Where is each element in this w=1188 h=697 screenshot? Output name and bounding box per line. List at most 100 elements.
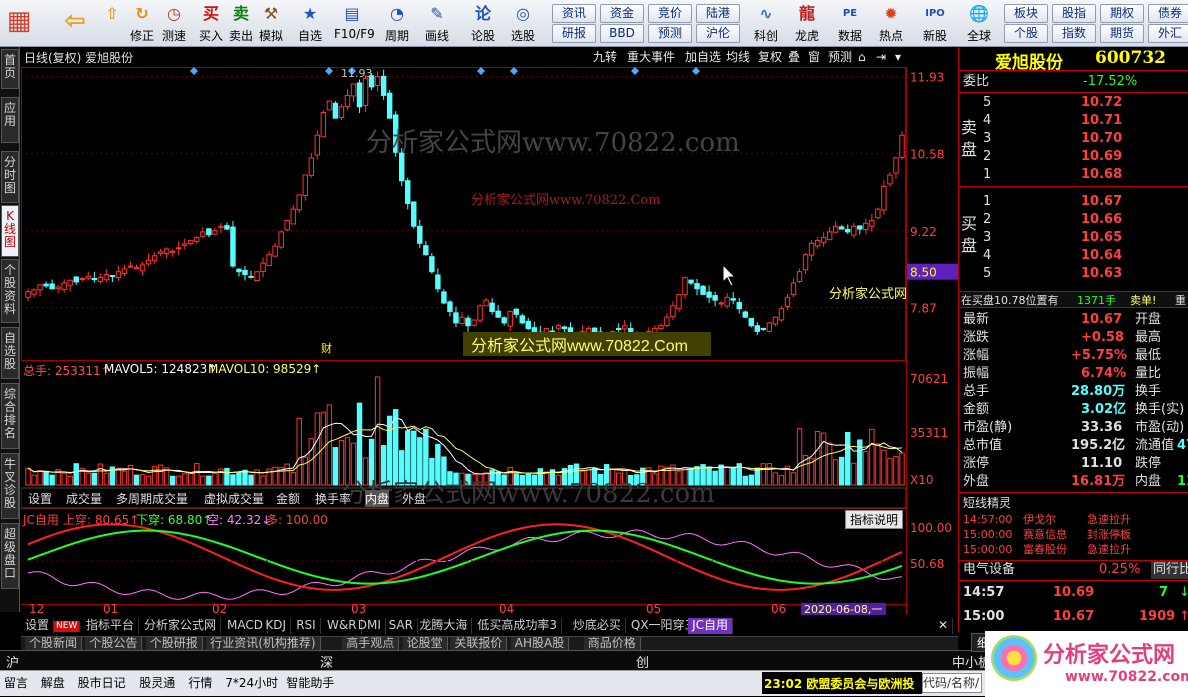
quick-button[interactable]: BBD [600,24,644,43]
hammer-button[interactable]: ⚒ 模拟 [253,2,289,45]
quick-button[interactable]: 资讯 [552,4,596,23]
left-tab[interactable]: 自选股 [1,327,19,379]
volume-tab[interactable]: 设置 [28,490,53,507]
dragon-button[interactable]: 龍龙虎 [789,2,825,45]
back-arrow-button[interactable]: ⇦ [58,2,92,45]
quick-button[interactable]: 期权 [1100,4,1144,23]
globe-button[interactable]: 🌐 全球 [961,2,997,45]
chart-top-button[interactable]: 窗 [806,49,823,66]
quick-button[interactable]: 指数 [1052,24,1096,43]
volume-tab[interactable]: 多周期成交量 [116,490,189,507]
chart-top-button[interactable]: 叠 [786,49,803,66]
chart-top-button[interactable]: 复权 [756,49,785,66]
volume-bar [212,472,218,486]
indicator-tab[interactable]: 龙腾大海 [415,618,473,634]
close-icon[interactable]: ✕ [934,618,954,634]
chart-top-button[interactable]: 加自选 [683,49,724,66]
status-item[interactable]: 股灵通 [139,673,175,693]
news-tab[interactable]: AH股A股 [510,637,570,650]
left-tab[interactable]: 分时图 [1,151,19,203]
status-item[interactable]: 7*24小时 [225,673,278,693]
index-sz[interactable]: 深 [320,652,333,671]
indicator-help-button[interactable]: 指标说明 [845,510,904,529]
chart-top-button[interactable]: 重大事件 [625,49,678,66]
volume-tab[interactable]: 虚拟成交量 [204,490,265,507]
left-tab[interactable]: 综合排名 [1,383,19,449]
left-tab[interactable]: 超级盘口 [1,523,19,589]
indicator-tab[interactable]: 炒底必买 [569,618,626,634]
refresh-button[interactable]: ↻ 修正 [124,2,160,45]
index-sh[interactable]: 沪 [6,652,19,671]
menu-dropdown-icon[interactable]: ▾ [893,49,904,66]
comment-button[interactable]: 论论股 [465,2,501,45]
indicator-tab[interactable]: 分析家公式网 [140,618,222,634]
chart-top-button[interactable]: 九转 [591,49,620,66]
news-tab[interactable]: 个股公告 [85,637,143,650]
news-tab[interactable]: 行业资讯(机构推荐) [206,637,321,650]
quick-button[interactable]: 期货 [1100,24,1144,43]
quick-button[interactable]: 资金 [600,4,644,23]
volume-tab[interactable]: 换手率 [315,490,352,507]
fullscreen-icon[interactable]: ⇥ [874,49,889,66]
pe-button[interactable]: PE 数据 [832,2,868,45]
f10-button[interactable]: ▤ F10/F9 [334,2,375,45]
star-button[interactable]: ★ 自选 [292,2,328,45]
event-row[interactable]: 15:00:00 富春股份 急速拉升 [959,542,1188,557]
chart-top-button[interactable]: 均线 [724,49,753,66]
event-row[interactable]: 15:00:00 赛意信息 封涨停板 [959,527,1188,542]
event-row[interactable]: 14:57:00 伊戈尔 急速拉升 [959,512,1188,527]
search-input[interactable]: 代码/名称/ [922,673,982,693]
left-tab[interactable]: K线图 [1,205,19,257]
volume-tab[interactable]: 金额 [276,490,301,507]
pen-button[interactable]: ✎ 画线 [419,2,455,45]
ipo-button[interactable]: IPO 新股 [917,2,953,45]
quick-button[interactable]: 预测 [648,24,692,43]
period-button[interactable]: ◔ 周期 [379,2,415,45]
select-button[interactable]: ◎ 选股 [505,2,541,45]
news-tab[interactable]: 高手观点 [342,637,400,650]
left-tab[interactable]: 牛叉诊股 [1,453,19,519]
kechuang-button[interactable]: ∿ 科创 [748,2,784,45]
status-item[interactable]: 智能助手 [286,673,334,693]
status-item[interactable]: 解盘 [41,673,65,693]
lock-icon[interactable]: ⌂ [856,49,868,66]
indicator-tab[interactable]: JC自用 [688,618,734,634]
status-item[interactable]: 留言 [4,673,28,693]
chart-top-button[interactable]: 预测 [826,49,855,66]
volume-tab[interactable]: 成交量 [66,490,103,507]
news-tab[interactable]: 个股新闻 [25,637,83,650]
quick-button[interactable]: 板块 [1004,4,1048,23]
volume-tab[interactable]: 外盘 [402,490,427,507]
indicator-tab[interactable]: 低买高成功率3 [473,618,563,634]
indicator-tab[interactable]: RSI [292,618,321,634]
volume-tab[interactable]: 内盘 [365,490,390,507]
quick-button[interactable]: 股指 [1052,4,1096,23]
indicator-tab[interactable]: KDJ [261,618,292,634]
indicator-tab[interactable]: 设置 [21,618,55,634]
indicator-tab[interactable]: SAR [385,618,418,634]
news-tab[interactable]: 个股研报 [145,637,203,650]
quick-button[interactable]: 外汇 [1148,24,1188,43]
divider [959,186,1188,187]
news-tab[interactable]: 论股堂 [402,637,448,650]
left-tab[interactable]: 首页 [1,49,19,89]
status-item[interactable]: 行情 [188,673,212,693]
quick-button[interactable]: 债券 [1148,4,1188,23]
quick-button[interactable]: 个股 [1004,24,1048,43]
index-cy[interactable]: 创 [636,652,649,671]
left-tab[interactable]: 个股资料 [1,259,19,323]
quick-button[interactable]: 沪伦 [696,24,740,43]
news-tab[interactable]: 商品价格 [583,637,641,650]
hot-button[interactable]: ✹ 热点 [873,2,909,45]
status-item[interactable]: 股市日记 [78,673,126,693]
quick-button[interactable]: 竞价 [648,4,692,23]
indicator-tab[interactable]: DMI [354,618,386,634]
quick-button[interactable]: 研报 [552,24,596,43]
clock-button[interactable]: ◷ 测速 [156,2,192,45]
left-tab[interactable]: 应用 [1,97,19,143]
grid-button[interactable]: ▦ [2,2,36,45]
quick-button[interactable]: 陆港 [696,4,740,23]
kline-chart[interactable]: 11.93财分析家公式网www.70822.com分析家公式网www.70822… [21,47,906,615]
news-tab[interactable]: 关联报价 [450,637,508,650]
indicator-tab[interactable]: 指标平台 [82,618,140,634]
